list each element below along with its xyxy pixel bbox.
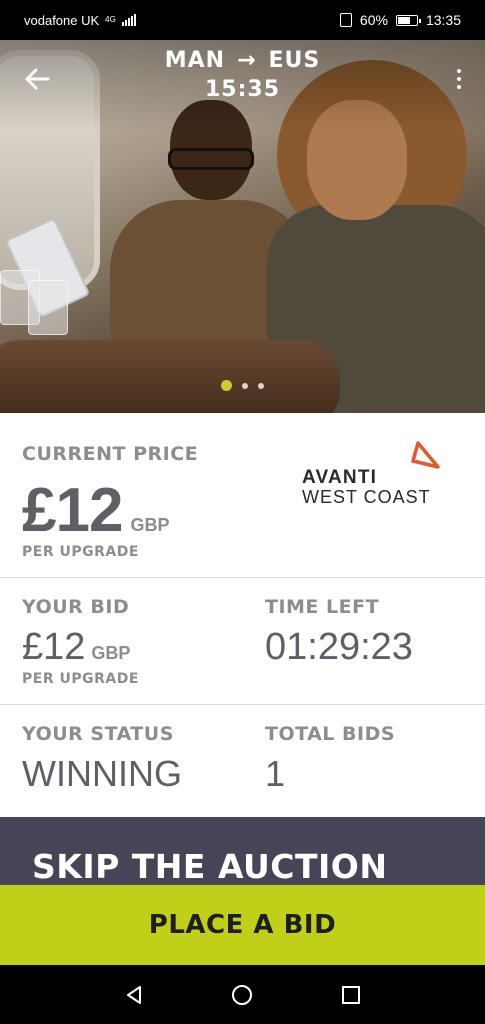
total-bids-value: 1 [265,753,286,794]
carousel-indicator[interactable] [0,380,485,391]
train-table [0,340,340,413]
current-price-currency: GBP [130,515,170,535]
departure-time: 15:35 [204,77,281,102]
carousel-dot[interactable] [221,380,232,391]
nav-back-button[interactable] [114,975,154,1015]
route-arrow-icon: → [237,48,257,73]
network-type: 4G [105,15,116,24]
home-icon [232,984,253,1005]
your-bid-amount: £12 [22,626,86,668]
more-vertical-icon [457,69,461,73]
operator-logo: AVANTI WEST COAST [300,441,445,507]
recents-icon [341,985,360,1004]
current-price-section: CURRENT PRICE £12 GBP PER UPGRADE AVANTI… [0,413,485,578]
status-bar: vodafone UK 4G 60% 13:35 [0,0,485,40]
carrier-name: vodafone UK [24,12,100,28]
your-bid-unit: PER UPGRADE [22,671,139,687]
vibrate-icon [339,13,352,27]
skip-auction-button[interactable]: SKIP THE AUCTION [0,817,485,887]
current-price-label: CURRENT PRICE [22,443,199,465]
time-left-value: 01:29:23 [265,626,413,668]
status-info-row: YOUR STATUS WINNING TOTAL BIDS 1 [0,705,485,817]
time-left-label: TIME LEFT [265,596,380,618]
drink-glass [28,280,68,335]
place-bid-label: PLACE A BID [148,910,337,940]
total-bids-label: TOTAL BIDS [265,723,396,745]
nav-recents-button[interactable] [331,975,371,1015]
back-icon [127,985,142,1004]
bid-info-row: YOUR BID £12 GBP PER UPGRADE TIME LEFT 0… [0,578,485,705]
battery-icon [395,14,421,26]
more-options-button[interactable] [453,64,465,94]
current-price-unit: PER UPGRADE [22,544,139,560]
your-status-value: WINNING [22,753,182,794]
carrier-info: vodafone UK 4G [24,13,136,28]
destination-code: EUS [268,48,321,73]
your-bid-currency: GBP [91,643,131,663]
place-bid-button[interactable]: PLACE A BID [0,885,485,965]
nav-home-button[interactable] [222,975,262,1015]
operator-logo-line2: WEST COAST [302,487,431,507]
current-price-value: £12 GBP [22,475,169,546]
clock: 13:35 [425,12,461,28]
hero-photo[interactable]: MAN → EUS 15:35 [0,40,485,413]
your-bid-value: £12 GBP [22,626,130,669]
your-bid-label: YOUR BID [22,596,130,618]
route-header: MAN → EUS 15:35 [0,48,485,102]
skip-auction-label: SKIP THE AUCTION [32,847,388,886]
carousel-dot[interactable] [242,382,248,389]
origin-code: MAN [164,48,226,73]
system-nav-bar [0,965,485,1024]
signal-icon [121,14,136,26]
operator-logo-line1: AVANTI [302,467,378,488]
your-status-label: YOUR STATUS [22,723,174,745]
current-price-amount: £12 [22,476,123,545]
battery-percent: 60% [359,12,388,28]
carousel-dot[interactable] [258,382,264,389]
